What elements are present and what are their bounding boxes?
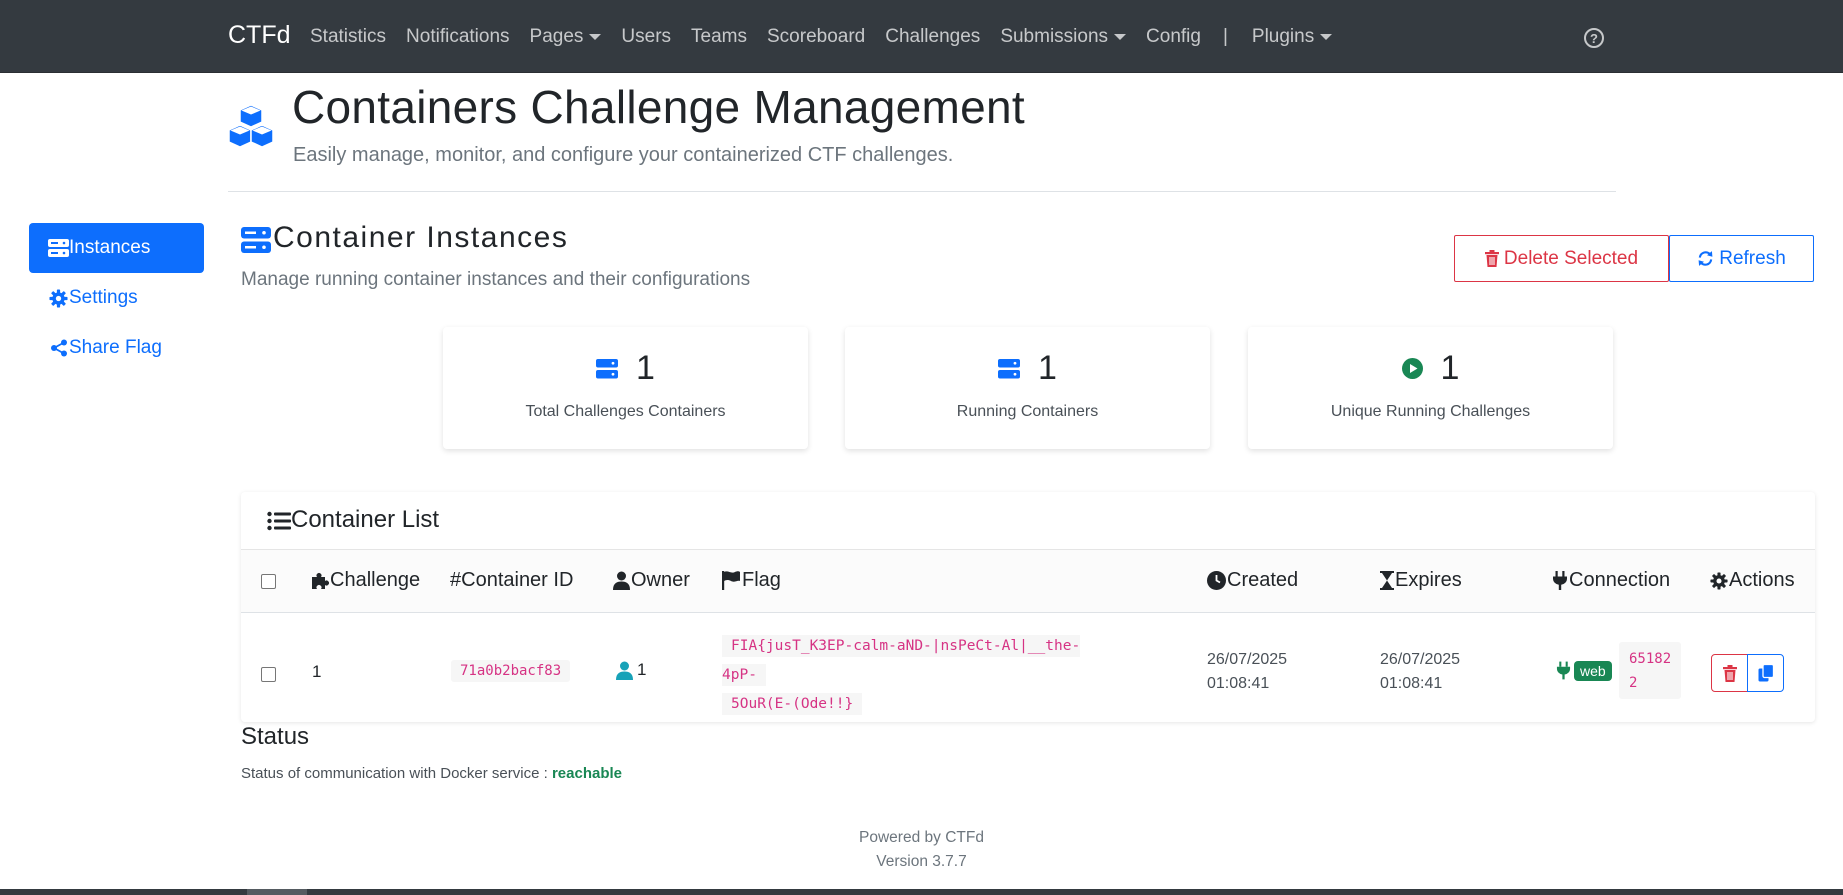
row-expires: 26/07/2025 01:08:41 [1380,651,1461,692]
stat-value: 1 [1038,349,1057,387]
scrollbar-thumb[interactable] [247,889,307,895]
horizontal-scrollbar[interactable] [0,889,1843,895]
trash-icon [1722,664,1737,682]
nav-users[interactable]: Users [611,26,681,48]
hourglass-icon [1380,571,1394,590]
column-container-id: # Container ID [450,569,574,591]
caret-down-icon [589,33,602,40]
flag-icon [722,571,740,590]
top-navbar: CTFd Statistics Notifications Pages User… [0,0,1843,73]
server-icon [596,358,619,378]
stat-card-total: 1 Total Challenges Containers [443,327,808,449]
sidebar-item-share-flag[interactable]: Share Flag [29,323,204,373]
question-circle-icon[interactable]: ? [1584,28,1604,48]
nav-teams[interactable]: Teams [681,26,757,48]
container-list-title: Container List [291,506,440,533]
list-icon [267,511,291,531]
container-list-card: Container List Challenge # Container ID O… [241,492,1815,722]
gear-icon [1710,571,1728,590]
column-connection: Connection [1552,569,1670,592]
stat-label: Total Challenges Containers [525,403,726,420]
row-container-id: 71a0b2bacf83 [451,660,571,682]
refresh-button[interactable]: Refresh [1669,235,1814,282]
stat-label: Unique Running Challenges [1330,403,1531,420]
refresh-label: Refresh [1719,247,1786,269]
sidebar-item-instances[interactable]: Instances [29,223,204,273]
row-checkbox[interactable] [261,667,276,682]
plug-icon [1553,571,1567,590]
nav-plugins[interactable]: Plugins [1242,26,1342,48]
server-icon [998,358,1021,378]
nav-config[interactable]: Config [1136,26,1211,48]
copy-icon [1758,664,1774,682]
stat-label: Running Containers [956,403,1099,420]
server-icon [48,238,69,259]
user-icon [616,661,633,680]
cubes-icon [228,104,274,148]
nav-statistics[interactable]: Statistics [300,26,396,48]
footer-powered-by[interactable]: Powered by CTFd [0,829,1843,847]
gear-icon [48,288,69,309]
nav-menu: Statistics Notifications Pages Users Tea… [300,0,1342,73]
brand-logo[interactable]: CTFd [228,21,291,50]
plug-icon [1556,661,1571,680]
stat-value: 1 [1440,349,1460,387]
section-subtitle: Manage running container instances and t… [241,269,751,290]
delete-selected-button[interactable]: Delete Selected [1454,235,1669,282]
play-circle-icon [1401,358,1423,379]
column-challenge: Challenge [311,569,420,592]
trash-icon [1484,250,1499,267]
sidebar-item-label: Instances [69,237,151,258]
delete-selected-label: Delete Selected [1503,247,1639,269]
user-icon [613,571,630,590]
sidebar-item-settings[interactable]: Settings [29,273,204,323]
nav-separator: | [1222,25,1228,47]
nav-challenges[interactable]: Challenges [875,26,990,48]
nav-submissions[interactable]: Submissions [990,26,1136,48]
table-header: Challenge # Container ID Owner Flag Creat… [241,550,1815,613]
copy-button[interactable] [1747,654,1784,692]
column-flag: Flag [722,569,781,592]
stat-card-running: 1 Running Containers [845,327,1210,449]
status-title: Status [241,723,310,750]
page-subtitle: Easily manage, monitor, and configure yo… [293,144,954,166]
column-actions: Actions [1710,569,1795,592]
caret-down-icon [1320,33,1333,40]
delete-container-button[interactable] [1711,654,1748,692]
stat-card-unique: 1 Unique Running Challenges [1248,327,1613,449]
column-expires: Expires [1380,569,1462,592]
page-title: Containers Challenge Management [292,81,1025,133]
select-all-checkbox[interactable] [261,574,276,589]
column-owner: Owner [613,569,690,592]
nav-notifications[interactable]: Notifications [396,26,520,48]
row-flag: FIA{jusT_K3EP-calm-aND-|nsPeCt-Al|__the-… [722,632,1122,719]
row-owner: 1 [616,660,646,680]
status-line: Status of communication with Docker serv… [241,765,622,782]
docker-status-value: reachable [551,765,622,782]
header-divider [228,191,1616,192]
container-list-header: Container List [241,492,1815,550]
server-icon [241,227,271,253]
stat-value: 1 [636,349,655,387]
row-connection: web [1556,660,1612,681]
sidebar-item-label: Settings [69,287,138,308]
nav-scoreboard[interactable]: Scoreboard [757,26,875,48]
nav-pages[interactable]: Pages [520,26,612,48]
hash-icon: # [450,569,462,591]
row-port: 65182 2 [1619,642,1681,699]
share-icon [48,338,69,359]
footer-version: Version 3.7.7 [876,853,967,870]
sidebar-item-label: Share Flag [69,337,162,358]
row-challenge: 1 [312,662,322,681]
clock-icon [1207,571,1226,590]
refresh-icon [1698,251,1713,266]
row-created: 26/07/2025 01:08:41 [1207,651,1288,692]
column-created: Created [1207,569,1298,592]
section-title: Container Instances [273,221,569,254]
puzzle-icon [312,572,329,589]
connection-type-badge: web [1574,660,1612,681]
caret-down-icon [1114,33,1127,40]
